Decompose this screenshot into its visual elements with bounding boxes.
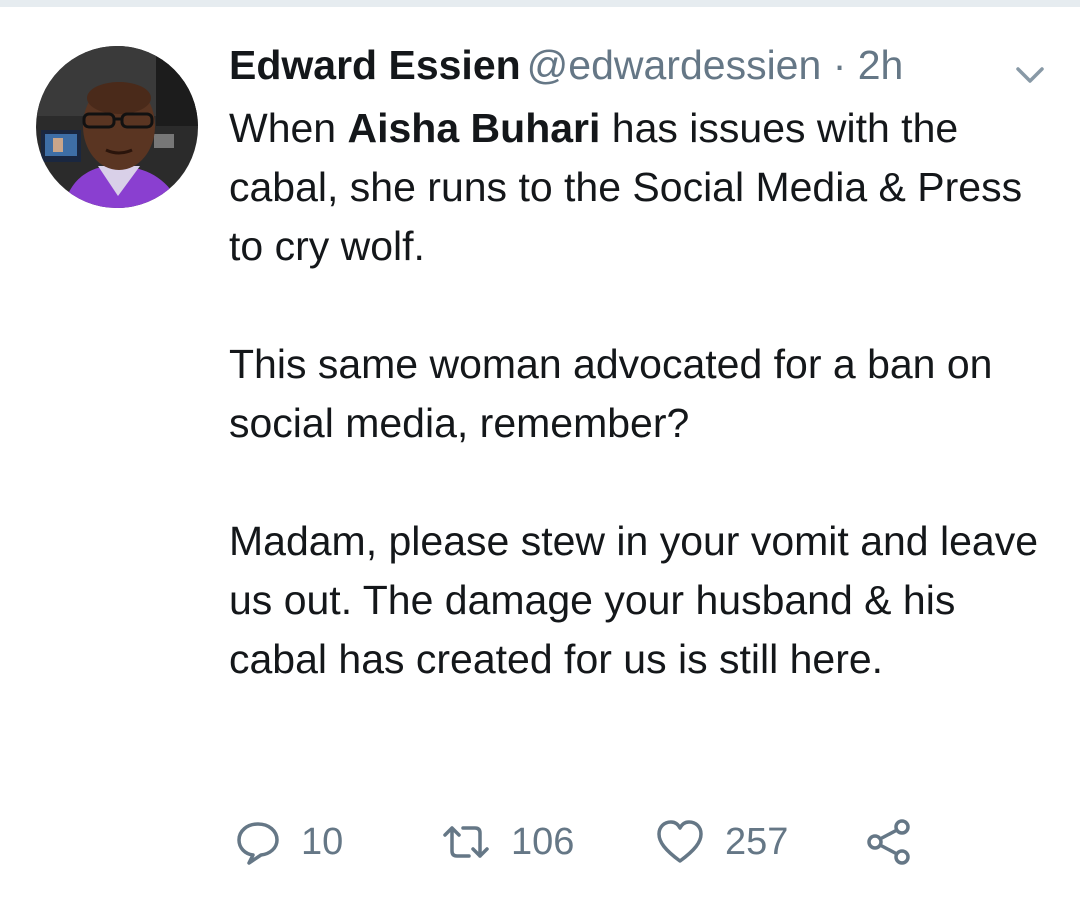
meta-separator: · (832, 42, 847, 88)
tweet-card[interactable]: Edward Essien @edwardessien · 2h When Ais… (0, 7, 1080, 900)
tweet-paragraph: Madam, please stew in your vomit and lea… (229, 518, 1039, 682)
user-handle[interactable]: @edwardessien (527, 42, 822, 88)
tweet-menu-button[interactable] (1010, 55, 1050, 95)
retweet-count: 106 (511, 820, 575, 863)
paragraph-text: When (229, 105, 348, 151)
tweet-text: When Aisha Buhari has issues with the ca… (229, 99, 1049, 689)
heart-icon (657, 820, 703, 863)
avatar-image (36, 46, 198, 208)
reply-icon (237, 822, 279, 865)
bold-mention: Aisha Buhari (347, 105, 601, 151)
share-button[interactable] (865, 817, 913, 867)
reply-count: 10 (301, 820, 344, 863)
retweet-icon (443, 826, 489, 858)
share-icon (867, 819, 910, 865)
tweet-header: Edward Essien @edwardessien · 2h (229, 35, 903, 95)
like-count: 257 (725, 820, 789, 863)
tweet-paragraph: This same woman advocated for a ban on s… (229, 341, 993, 446)
avatar[interactable] (36, 46, 198, 208)
retweet-button[interactable]: 106 (441, 817, 574, 867)
chevron-down-icon (1016, 67, 1044, 83)
reply-button[interactable]: 10 (235, 817, 343, 867)
display-name[interactable]: Edward Essien (229, 42, 521, 88)
tweet-actions: 10 106 257 (229, 817, 1049, 867)
timestamp[interactable]: 2h (858, 42, 904, 88)
like-button[interactable]: 257 (655, 817, 788, 867)
tweet-paragraph: When Aisha Buhari has issues with the ca… (229, 99, 1049, 276)
top-divider (0, 0, 1080, 7)
